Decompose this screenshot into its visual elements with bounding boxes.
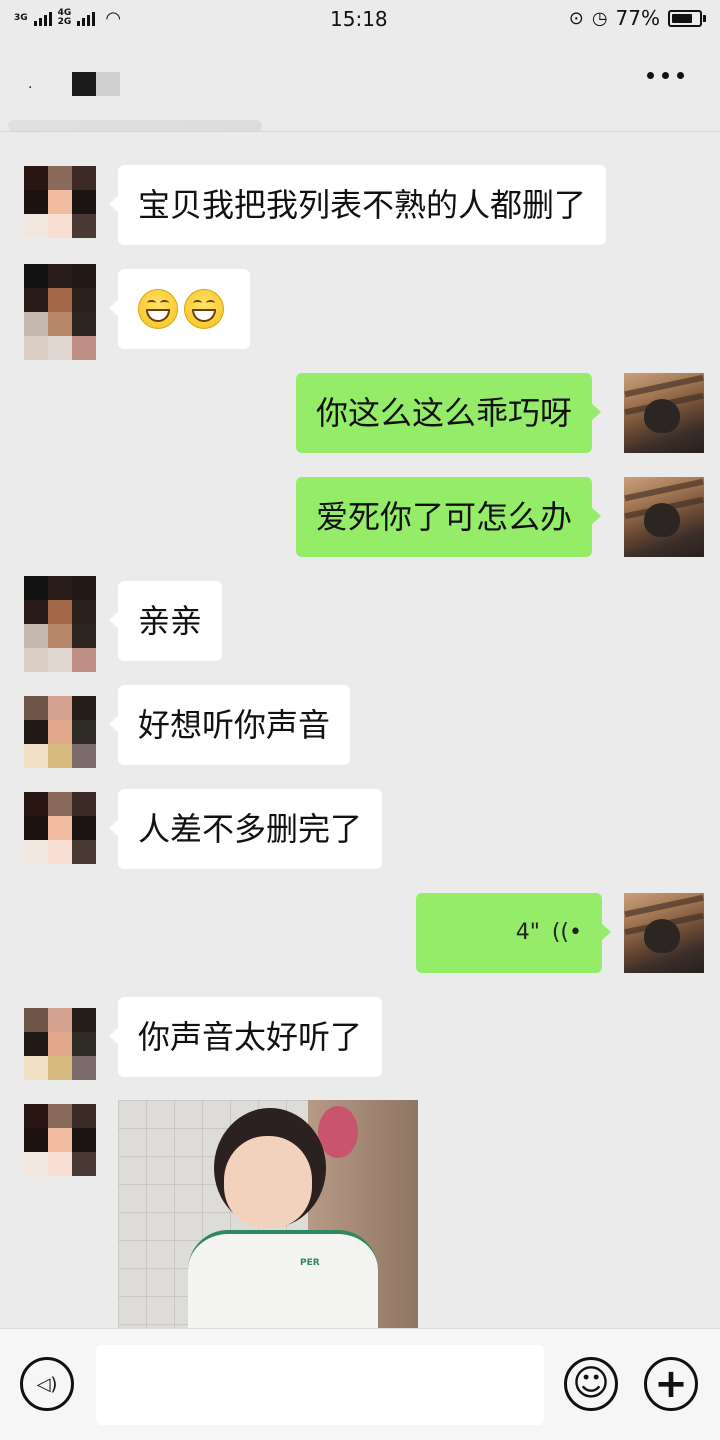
- battery-percent: 77%: [615, 6, 660, 30]
- shirt-text: PER: [300, 1258, 320, 1268]
- smiley-glyph: ☺: [572, 1363, 610, 1404]
- more-dots-icon[interactable]: [647, 72, 684, 79]
- message-bubble[interactable]: 亲亲: [108, 581, 223, 661]
- avatar-contact-b[interactable]: [24, 264, 96, 360]
- network-indicators: 3G 4G 2G ◠: [14, 8, 121, 29]
- avatar-contact-a[interactable]: [24, 792, 96, 864]
- signal-icon-2: [77, 10, 96, 26]
- plus-glyph: +: [654, 1361, 688, 1407]
- alarm-icon: ◷: [591, 7, 608, 29]
- contact-name-redacted: [72, 72, 120, 96]
- avatar-self-cat[interactable]: [624, 893, 704, 973]
- voice-duration: 4": [515, 920, 540, 945]
- smiley-icon[interactable]: ☺: [564, 1357, 618, 1411]
- chat-header: ·: [0, 36, 720, 132]
- avatar-self-cat[interactable]: [624, 477, 704, 557]
- back-icon[interactable]: ·: [28, 80, 32, 96]
- avatar-contact-a[interactable]: [24, 166, 96, 238]
- message-bubble[interactable]: 好想听你声音: [108, 685, 351, 765]
- wifi-icon: ◠: [105, 7, 122, 29]
- message-bubble-sent[interactable]: 你这么这么乖巧呀: [296, 373, 602, 453]
- status-bar: 3G 4G 2G ◠ 15:18 ⊙ ◷ 77%: [0, 0, 720, 36]
- toy-figure: [318, 1106, 358, 1158]
- message-bubble[interactable]: 人差不多删完了: [108, 789, 383, 869]
- signal-icon: [33, 10, 52, 26]
- avatar-contact-a[interactable]: [24, 1104, 96, 1176]
- grinning-face-icon: [138, 289, 178, 329]
- rotation-lock-icon: ⊙: [568, 7, 584, 29]
- message-bubble-sent[interactable]: 爱死你了可怎么办: [296, 477, 602, 557]
- input-bar: ◁) ☺ +: [0, 1328, 720, 1440]
- avatar-self-cat[interactable]: [624, 373, 704, 453]
- network-label-4g-2g: 4G 2G: [58, 9, 72, 27]
- grinning-face-icon: [184, 289, 224, 329]
- plus-icon[interactable]: +: [644, 1357, 698, 1411]
- voice-wave-icon: ((•: [551, 920, 582, 945]
- battery-icon: [668, 9, 706, 27]
- voice-message-bubble[interactable]: 4" ((•: [416, 893, 611, 973]
- network-label-3g: 3G: [14, 12, 28, 23]
- avatar-contact-c[interactable]: [24, 1008, 96, 1080]
- voice-mode-icon[interactable]: ◁): [20, 1357, 74, 1411]
- message-input[interactable]: [96, 1345, 544, 1425]
- clock: 15:18: [330, 7, 388, 31]
- message-bubble-emoji[interactable]: [109, 269, 250, 349]
- voice-mode-glyph: ◁): [36, 1373, 58, 1395]
- avatar-contact-b[interactable]: [24, 576, 96, 672]
- network-label-2g: 2G: [57, 17, 72, 27]
- avatar-contact-c[interactable]: [24, 696, 96, 768]
- status-right: ⊙ ◷ 77%: [569, 6, 706, 30]
- message-bubble[interactable]: 宝贝我把我列表不熟的人都删了: [108, 165, 607, 245]
- message-bubble[interactable]: 你声音太好听了: [108, 997, 383, 1077]
- header-divider-smear: [8, 120, 262, 132]
- photo-message[interactable]: PER: [118, 1100, 418, 1328]
